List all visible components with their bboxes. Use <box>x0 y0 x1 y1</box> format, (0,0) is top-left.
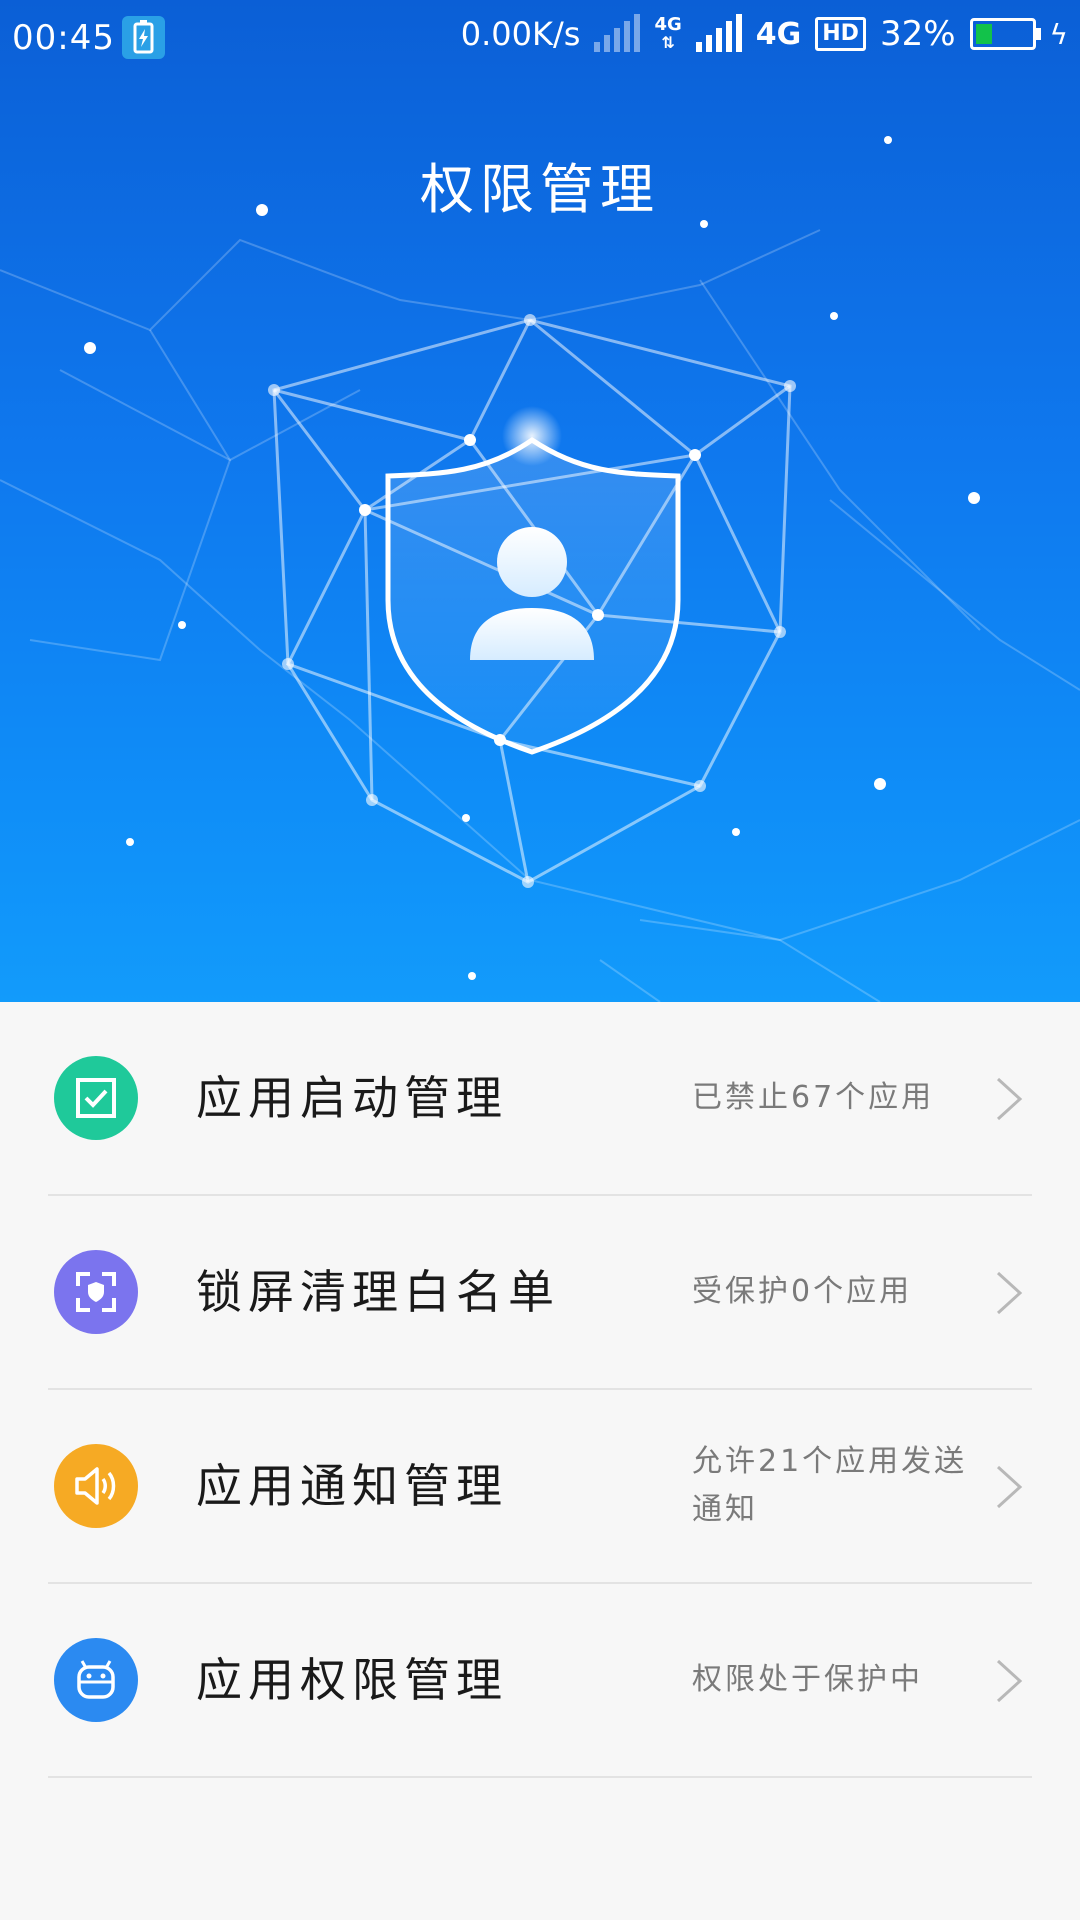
page-title: 权限管理 <box>420 158 660 221</box>
settings-list: 应用启动管理 已禁止67个应用 锁屏清理白名单 受保护0个应用 应用通知管理 允… <box>0 1002 1080 1778</box>
data-arrows-icon: 4G ⇅ <box>654 14 682 52</box>
row-label: 锁屏清理白名单 <box>196 1265 560 1319</box>
network-speed: 0.00K/s <box>460 15 581 53</box>
row-label: 应用启动管理 <box>196 1071 508 1125</box>
header-banner: 00:45 0.00K/s 4G ⇅ 4G HD 32% ϟ 权限管理 <box>0 0 1080 1002</box>
status-time: 00:45 <box>12 18 115 58</box>
row-status: 允许21个应用发送通知 <box>692 1444 968 1527</box>
battery-saver-icon <box>122 16 165 59</box>
charging-icon: ϟ <box>1049 17 1068 51</box>
app-notification-management-row[interactable]: 应用通知管理 允许21个应用发送通知 <box>48 1390 1032 1584</box>
android-icon <box>54 1638 138 1722</box>
lock-screen-whitelist-row[interactable]: 锁屏清理白名单 受保护0个应用 <box>48 1196 1032 1390</box>
battery-fill <box>975 24 992 44</box>
signal-strength-icon <box>594 14 641 52</box>
chevron-right-icon <box>996 1271 1023 1315</box>
lock-shield-icon <box>54 1250 138 1334</box>
row-label: 应用通知管理 <box>196 1459 508 1513</box>
chevron-right-icon <box>996 1077 1023 1121</box>
row-status: 权限处于保护中 <box>692 1662 923 1697</box>
shield-user-icon <box>385 406 681 755</box>
network-type-small: 4G <box>654 14 682 35</box>
signal-strength-icon-2 <box>695 14 742 52</box>
speaker-icon <box>54 1444 138 1528</box>
row-label: 应用权限管理 <box>196 1653 508 1707</box>
app-permission-management-row[interactable]: 应用权限管理 权限处于保护中 <box>48 1584 1032 1778</box>
checkbox-icon <box>54 1056 138 1140</box>
status-bar: 00:45 0.00K/s 4G ⇅ 4G HD 32% ϟ <box>0 0 1080 78</box>
hd-voice-icon: HD <box>815 17 866 51</box>
battery-icon <box>969 18 1041 50</box>
row-status: 受保护0个应用 <box>692 1274 913 1309</box>
chevron-right-icon <box>996 1465 1023 1509</box>
network-type: 4G <box>755 16 802 52</box>
battery-percent: 32% <box>879 14 956 54</box>
chevron-right-icon <box>996 1659 1023 1703</box>
row-status: 已禁止67个应用 <box>692 1080 935 1115</box>
app-startup-management-row[interactable]: 应用启动管理 已禁止67个应用 <box>48 1002 1032 1196</box>
